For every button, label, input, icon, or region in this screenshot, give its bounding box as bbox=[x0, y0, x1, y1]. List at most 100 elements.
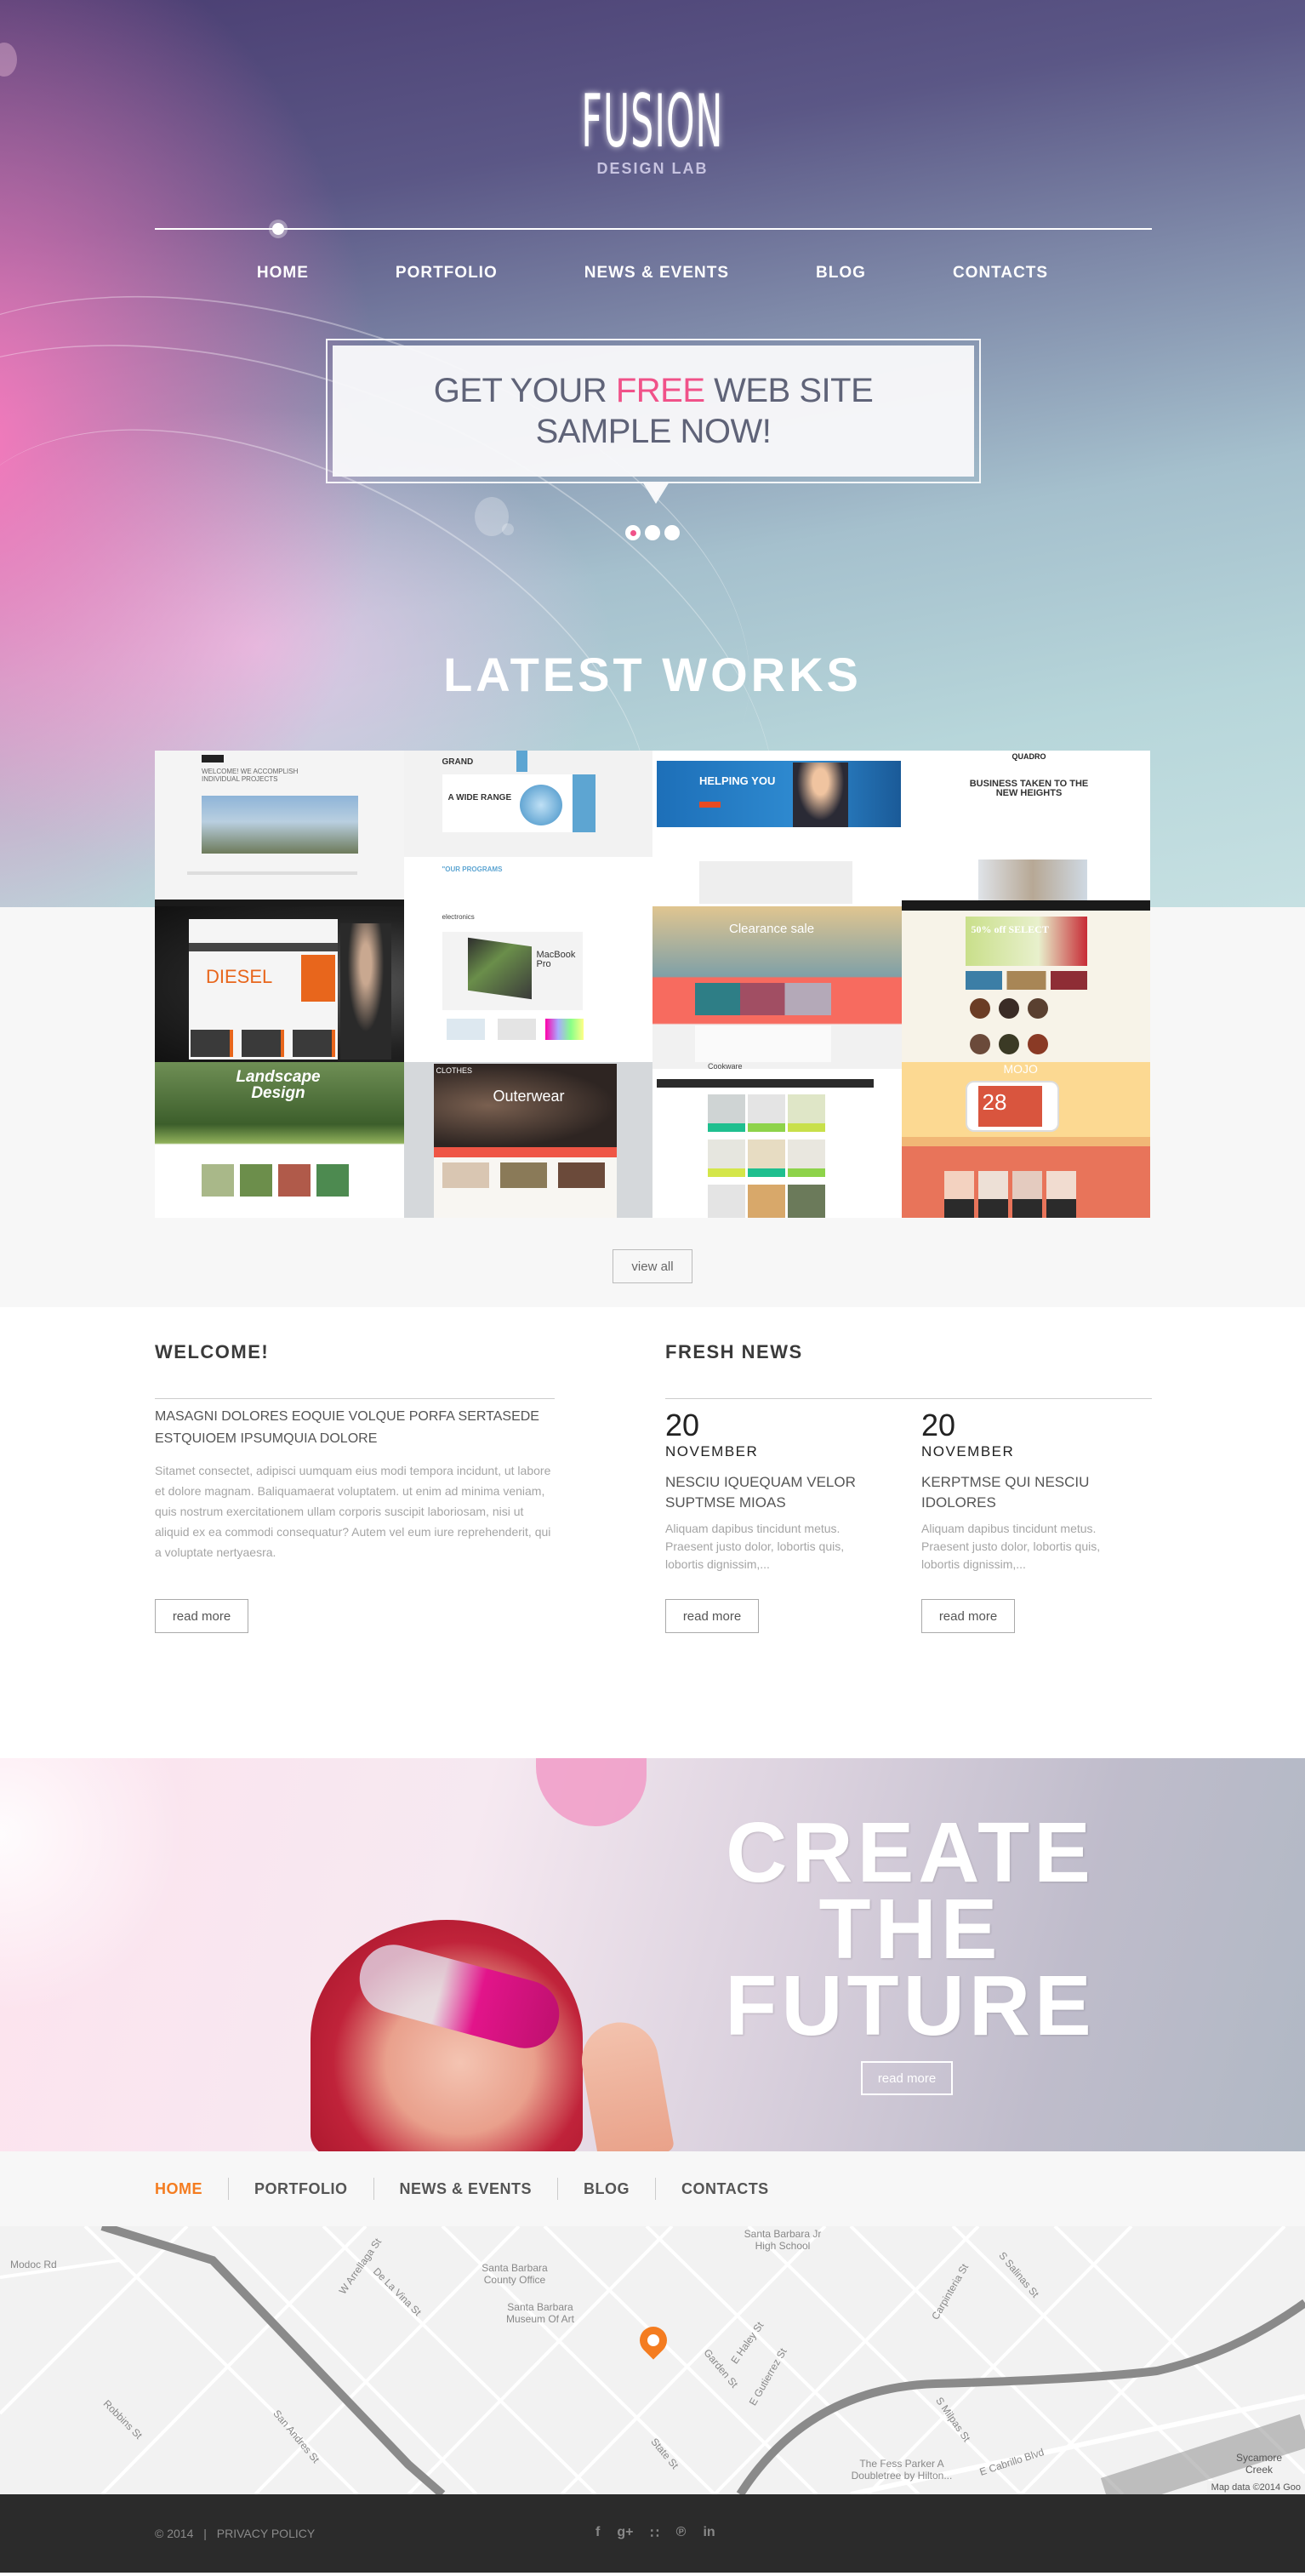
thumb-logo: CLOTHES bbox=[436, 1066, 473, 1075]
thumb-caption: Outerwear bbox=[493, 1088, 565, 1105]
thumb-tile bbox=[242, 1030, 284, 1057]
location-map[interactable]: Modoc Rd Santa Barbara County Office San… bbox=[0, 2226, 1305, 2494]
thumb-team bbox=[977, 1171, 1008, 1218]
portfolio-item-mojo[interactable]: MOJO 28 bbox=[901, 1062, 1150, 1218]
slider-dot-3[interactable] bbox=[664, 525, 680, 540]
lab-coat-arm bbox=[0, 1758, 187, 2013]
portfolio-item-clothes[interactable]: CLOTHES Outerwear bbox=[403, 1062, 652, 1218]
thumb-laptop bbox=[467, 937, 532, 1000]
news-month: NOVEMBER bbox=[921, 1443, 1015, 1459]
thumb-model bbox=[340, 923, 391, 1060]
thumb-caption: WELCOME! WE ACCOMPLISH INDIVIDUAL PROJEC… bbox=[202, 768, 299, 783]
create-the-future-banner: CREATE THE FUTURE read more bbox=[0, 1758, 1305, 2151]
footer-nav-news-events[interactable]: NEWS & EVENTS bbox=[373, 2178, 558, 2200]
promo-callout[interactable]: GET YOUR FREE WEB SITE SAMPLE NOW! bbox=[326, 339, 981, 504]
thumb-subtitle: "OUR PROGRAMS bbox=[442, 865, 503, 873]
thumb-category bbox=[748, 1094, 785, 1132]
promo-text-line2: SAMPLE NOW! bbox=[535, 413, 772, 450]
thumb-strip bbox=[155, 900, 404, 906]
thumb-products bbox=[695, 1025, 831, 1062]
thumb-tea bbox=[998, 998, 1019, 1019]
footer-nav: HOME PORTFOLIO NEWS & EVENTS BLOG CONTAC… bbox=[0, 2151, 1305, 2226]
thumb-category bbox=[788, 1185, 825, 1218]
thumb-photo bbox=[202, 1164, 234, 1197]
paint-splash bbox=[536, 1758, 647, 1826]
copyright-text: © 2014 bbox=[155, 2527, 194, 2540]
news-body: Aliquam dapibus tincidunt metus. Praesen… bbox=[665, 1522, 845, 1571]
thumb-categories bbox=[965, 971, 1087, 990]
thumb-photo bbox=[240, 1164, 272, 1197]
map-label: Santa Barbara County Office bbox=[482, 2262, 548, 2286]
portfolio-item-archon[interactable]: WELCOME! WE ACCOMPLISH INDIVIDUAL PROJEC… bbox=[155, 751, 404, 906]
thumb-tile bbox=[191, 1030, 233, 1057]
portfolio-item-tea-shop[interactable]: 50% off SELECT bbox=[901, 906, 1150, 1062]
pinterest-icon[interactable]: ℗ bbox=[676, 2525, 687, 2542]
news-title[interactable]: KERPTMSE QUI NESCIU IDOLORES bbox=[921, 1472, 1134, 1513]
news-day: 20 bbox=[665, 1408, 700, 1442]
welcome-read-more-button[interactable]: read more bbox=[155, 1599, 248, 1633]
news-body: Aliquam dapibus tincidunt metus. Praesen… bbox=[921, 1522, 1101, 1571]
privacy-policy-link[interactable]: PRIVACY POLICY bbox=[217, 2527, 315, 2540]
portfolio-item-cookware[interactable]: Cookware bbox=[652, 1062, 902, 1218]
portfolio-item-grand[interactable]: GRAND A WIDE RANGE "OUR PROGRAMS bbox=[403, 751, 652, 906]
nav-news-events[interactable]: NEWS & EVENTS bbox=[541, 264, 772, 283]
slider-dot-1[interactable] bbox=[625, 525, 641, 540]
rss-icon[interactable]: ∷ bbox=[650, 2525, 658, 2542]
thumb-category bbox=[748, 1139, 785, 1177]
footer: © 2014 | PRIVACY POLICY f g+ ∷ ℗ in bbox=[0, 2494, 1305, 2573]
news-read-more-button[interactable]: read more bbox=[665, 1599, 759, 1633]
portfolio-item-casual-clothes[interactable]: DIESEL bbox=[155, 906, 404, 1062]
nav-portfolio[interactable]: PORTFOLIO bbox=[352, 264, 541, 283]
thumb-category bbox=[708, 1139, 745, 1177]
promo-highlight: FREE bbox=[615, 372, 705, 409]
welcome-body: Sitamet consectet, adipisci uumquam eius… bbox=[155, 1464, 551, 1559]
thumb-body bbox=[403, 857, 652, 906]
footer-nav-home[interactable]: HOME bbox=[155, 2178, 228, 2200]
footer-nav-portfolio[interactable]: PORTFOLIO bbox=[228, 2178, 373, 2200]
thumb-caption: A WIDE RANGE bbox=[447, 793, 512, 803]
thumb-category bbox=[788, 1094, 825, 1132]
main-nav: HOME PORTFOLIO NEWS & EVENTS BLOG CONTAC… bbox=[0, 264, 1305, 283]
nav-home[interactable]: HOME bbox=[214, 264, 352, 283]
portfolio-item-insurance[interactable]: HELPING YOU bbox=[652, 751, 902, 906]
view-all-button[interactable]: view all bbox=[613, 1249, 692, 1283]
thumb-line bbox=[187, 871, 357, 875]
portfolio-item-quadro[interactable]: QUADRO BUSINESS TAKEN TO THE NEW HEIGHTS bbox=[901, 751, 1150, 906]
footer-nav-blog[interactable]: BLOG bbox=[557, 2178, 655, 2200]
portfolio-item-landscape[interactable]: Landscape Design bbox=[155, 1062, 404, 1218]
thumb-product bbox=[557, 1162, 605, 1188]
linkedin-icon[interactable]: in bbox=[703, 2525, 715, 2542]
thumb-tile bbox=[293, 1030, 335, 1057]
thumb-top bbox=[652, 1062, 902, 1069]
nav-blog[interactable]: BLOG bbox=[772, 264, 909, 283]
thumb-button bbox=[699, 802, 721, 808]
welcome-heading: MASAGNI DOLORES EOQUIE VOLQUE PORFA SERT… bbox=[155, 1409, 539, 1446]
thumb-team bbox=[1012, 1171, 1042, 1218]
facebook-icon[interactable]: f bbox=[596, 2525, 600, 2542]
slider-dot-2[interactable] bbox=[645, 525, 660, 540]
thumb-photo bbox=[316, 1164, 349, 1197]
google-plus-icon[interactable]: g+ bbox=[617, 2525, 633, 2542]
portfolio-item-electronics[interactable]: electronics MacBook Pro bbox=[403, 906, 652, 1062]
thumb-team bbox=[1046, 1171, 1076, 1218]
logo[interactable]: FUSION DESIGN LAB bbox=[0, 85, 1305, 178]
news-read-more-button[interactable]: read more bbox=[921, 1599, 1015, 1633]
banner-read-more-button[interactable]: read more bbox=[861, 2061, 953, 2095]
nav-contacts[interactable]: CONTACTS bbox=[909, 264, 1091, 283]
thumb-tea bbox=[998, 1034, 1019, 1054]
nav-indicator-line bbox=[155, 223, 1152, 235]
thumb-caption: 50% off SELECT bbox=[971, 923, 1049, 935]
thumb-image bbox=[202, 796, 358, 854]
thumb-caption: DIESEL bbox=[206, 966, 273, 987]
thumb-strip bbox=[901, 900, 1150, 906]
news-title[interactable]: NESCIU IQUEQUAM VELOR SUPTMSE MIOAS bbox=[665, 1472, 878, 1513]
thumb-image bbox=[977, 860, 1087, 900]
thumb-caption: Clearance sale bbox=[729, 922, 815, 936]
banner-line-1: CREATE bbox=[726, 1805, 1095, 1900]
thumb-logo: QUADRO bbox=[1012, 752, 1046, 761]
portfolio-item-fashion-store[interactable]: Clearance sale bbox=[652, 906, 902, 1062]
map-label: Santa Barbara Jr High School bbox=[744, 2228, 822, 2252]
thumb-strip bbox=[901, 906, 1150, 911]
footer-nav-contacts[interactable]: CONTACTS bbox=[655, 2178, 795, 2200]
thumb-sale bbox=[301, 955, 335, 1002]
